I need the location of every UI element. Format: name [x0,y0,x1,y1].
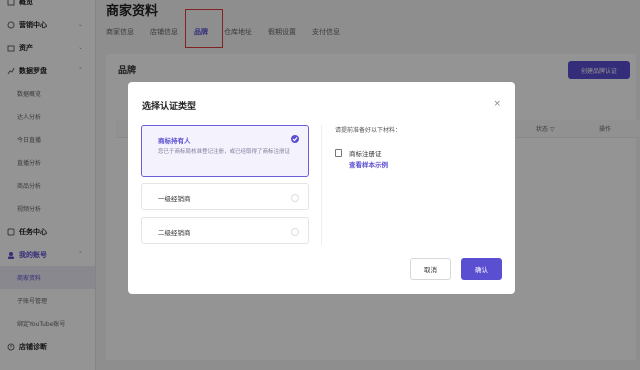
option-second-level-distributor[interactable]: 二级经销商 [141,217,309,244]
option-label: 一级经销商 [158,195,191,203]
option-label: 二级经销商 [158,229,191,237]
radio-icon[interactable] [291,228,299,236]
modal-title: 选择认证类型 [142,102,197,112]
requirements-title: 请提前准备好以下材料： [335,127,402,134]
option-first-level-distributor[interactable]: 一级经销商 [141,183,309,210]
cancel-button[interactable]: 取消 [410,258,451,280]
option-trademark-holder[interactable]: 商标持有人 您已于商标局核准登记注册，或已经取得了商标注册证 [141,125,309,177]
view-sample-link[interactable]: 查看样本示例 [349,159,388,169]
close-icon[interactable]: × [493,99,501,109]
document-icon [335,149,342,157]
document-name: 商标注册证 [349,150,382,158]
option-description: 您已于商标局核准登记注册，或已经取得了商标注册证 [158,149,291,155]
option-label: 商标持有人 [158,137,191,145]
radio-icon[interactable] [291,194,299,202]
radio-checked-icon[interactable] [291,135,299,143]
confirm-button[interactable]: 确认 [461,258,502,280]
certification-type-modal: 选择认证类型 × 商标持有人 您已于商标局核准登记注册，或已经取得了商标注册证 … [128,82,515,294]
divider [321,125,322,245]
